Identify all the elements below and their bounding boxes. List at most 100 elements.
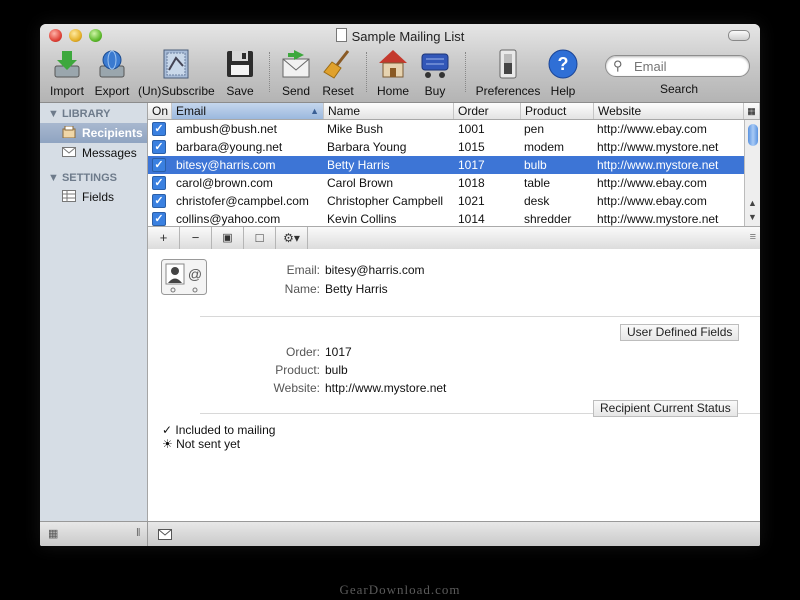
save-button[interactable]: Save — [221, 48, 259, 98]
cell-name: Kevin Collins — [327, 212, 397, 226]
add-button[interactable]: + — [148, 227, 180, 249]
cell-order: 1021 — [458, 194, 485, 208]
export-button[interactable]: Export — [93, 48, 131, 98]
cell-product: modem — [524, 140, 565, 154]
cell-website: http://www.mystore.net — [597, 158, 719, 172]
cell-email: ambush@bush.net — [176, 122, 277, 136]
cell-website: http://www.ebay.com — [597, 194, 707, 208]
subscribed-checkbox[interactable]: ✓ — [152, 158, 166, 172]
disclosure-triangle-icon: ▼ — [48, 108, 62, 120]
column-chooser-icon[interactable]: ▦ — [744, 103, 760, 119]
help-icon: ? — [548, 49, 578, 79]
table-row[interactable]: ✓ ambush@bush.net Mike Bush 1001 pen http://w… — [148, 120, 744, 138]
website-label: Website: — [273, 381, 320, 395]
table-button-bar: + − ▣ □ ⚙▾ ≡ — [148, 226, 760, 250]
sidebar-item-recipients[interactable]: Recipients — [40, 123, 147, 143]
column-header-product[interactable]: Product — [521, 103, 594, 119]
gear-menu-button[interactable]: ⚙▾ — [276, 227, 308, 249]
export-icon — [99, 50, 125, 78]
window-title: Sample Mailing List — [40, 28, 760, 44]
help-button[interactable]: ? Help — [545, 48, 581, 98]
column-header-website[interactable]: Website — [594, 103, 744, 119]
scroll-down-arrow[interactable]: ▼ — [748, 212, 757, 222]
status-bar: ▦ ‖ — [40, 521, 760, 546]
home-icon — [379, 50, 407, 78]
toolbar-separator — [366, 52, 367, 92]
splitter-handle-icon[interactable]: ‖ — [136, 527, 141, 539]
sidebar-item-messages[interactable]: Messages — [40, 143, 147, 163]
app-window: Sample Mailing List Import Export (Un)Su… — [40, 24, 760, 546]
column-header-order[interactable]: Order — [454, 103, 521, 119]
scroll-up-arrow[interactable]: ▲ — [748, 198, 757, 208]
toolbar-separator — [269, 52, 270, 92]
reset-button[interactable]: Reset — [319, 48, 357, 98]
name-value[interactable]: Betty Harris — [325, 282, 388, 296]
watermark: GearDownload.com — [339, 582, 461, 597]
cart-icon — [421, 53, 449, 78]
disclosure-triangle-icon: ▼ — [48, 172, 62, 184]
name-label: Name: — [284, 282, 320, 296]
column-header-on[interactable]: On — [148, 103, 172, 119]
status-divider — [147, 522, 148, 546]
table-row[interactable]: ✓ bitesy@harris.com Betty Harris 1017 bulb ht… — [148, 156, 744, 174]
email-value[interactable]: bitesy@harris.com — [325, 263, 425, 277]
subscribed-checkbox[interactable]: ✓ — [152, 140, 166, 154]
subscribed-checkbox[interactable]: ✓ — [152, 176, 166, 190]
table-scrollbar[interactable]: ▲ ▼ — [744, 120, 760, 226]
table-row[interactable]: ✓ carol@brown.com Carol Brown 1018 table http… — [148, 174, 744, 192]
search-icon: ⚲ — [613, 58, 623, 73]
scrollbar-thumb[interactable] — [748, 124, 758, 146]
broom-icon — [323, 50, 350, 79]
recipient-current-status-button[interactable]: Recipient Current Status — [593, 400, 738, 417]
cell-order: 1014 — [458, 212, 485, 226]
buy-button[interactable]: Buy — [417, 48, 453, 98]
subscribed-checkbox[interactable]: ✓ — [152, 194, 166, 208]
cell-name: Christopher Campbell — [327, 194, 444, 208]
cell-order: 1018 — [458, 176, 485, 190]
search-field[interactable]: ⚲ — [605, 55, 750, 77]
search-input[interactable] — [632, 58, 746, 75]
column-header-email[interactable]: Email ▲ — [172, 103, 324, 119]
send-button[interactable]: Send — [277, 48, 315, 98]
home-button[interactable]: Home — [373, 48, 413, 98]
view-button[interactable]: □ — [244, 227, 276, 249]
sidebar-item-fields[interactable]: Fields — [40, 187, 147, 207]
order-value[interactable]: 1017 — [325, 345, 352, 359]
envelope-icon[interactable] — [158, 529, 172, 540]
subscribed-checkbox[interactable]: ✓ — [152, 122, 166, 136]
cell-product: desk — [524, 194, 550, 208]
user-defined-fields-button[interactable]: User Defined Fields — [620, 324, 740, 341]
document-icon — [335, 28, 347, 42]
recipients-icon — [62, 126, 76, 138]
cell-name: Barbara Young — [327, 140, 407, 154]
resize-handle-icon[interactable]: ≡ — [750, 231, 756, 243]
recipients-table: ✓ ambush@bush.net Mike Bush 1001 pen http://w… — [148, 120, 744, 226]
import-button[interactable]: Import — [48, 48, 86, 98]
cell-email: christofer@campbel.com — [176, 194, 309, 208]
column-header-name[interactable]: Name — [324, 103, 454, 119]
edit-button[interactable]: ▣ — [212, 227, 244, 249]
cell-email: bitesy@harris.com — [176, 158, 276, 172]
subscribed-checkbox[interactable]: ✓ — [152, 212, 166, 226]
cell-name: Mike Bush — [327, 122, 384, 136]
included-status: ✓ Included to mailing — [162, 423, 276, 437]
sidebar: ▼ LIBRARY Recipients Messages ▼ SETTINGS… — [40, 103, 148, 521]
table-row[interactable]: ✓ barbara@young.net Barbara Young 1015 modem… — [148, 138, 744, 156]
grid-view-icon[interactable]: ▦ — [48, 527, 58, 540]
cell-order: 1017 — [458, 158, 485, 172]
toolbar-separator — [465, 52, 466, 92]
unsubscribe-button[interactable]: (Un)Subscribe — [138, 48, 215, 98]
table-row[interactable]: ✓ collins@yahoo.com Kevin Collins 1014 shred… — [148, 210, 744, 226]
remove-button[interactable]: − — [180, 227, 212, 249]
sent-status: ☀ Not sent yet — [162, 437, 241, 451]
website-value[interactable]: http://www.mystore.net — [325, 381, 446, 395]
import-icon — [54, 51, 80, 78]
toolbar-toggle-button[interactable] — [728, 30, 750, 41]
settings-header[interactable]: ▼ SETTINGS — [48, 172, 117, 184]
product-value[interactable]: bulb — [325, 363, 348, 377]
save-icon — [227, 51, 253, 77]
table-row[interactable]: ✓ christofer@campbel.com Christopher Campb… — [148, 192, 744, 210]
library-header[interactable]: ▼ LIBRARY — [48, 108, 110, 120]
switch-icon — [499, 49, 517, 79]
preferences-button[interactable]: Preferences — [472, 48, 544, 98]
